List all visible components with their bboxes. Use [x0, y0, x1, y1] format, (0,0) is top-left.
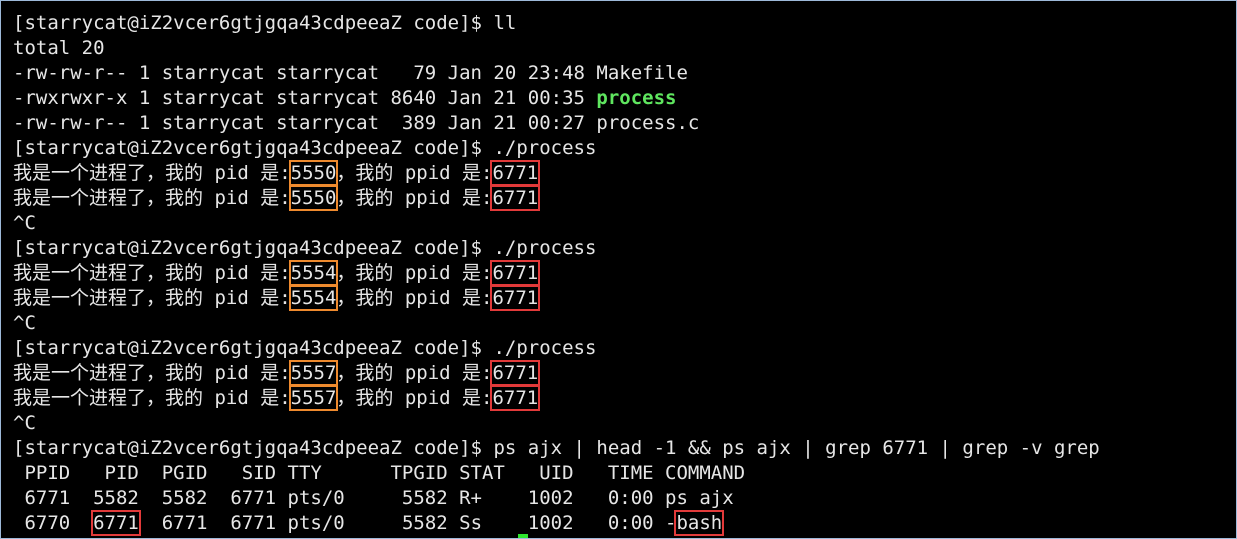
executable-name: process — [596, 87, 677, 109]
pid-value: 5550 — [288, 160, 339, 186]
pid-value: 5550 — [288, 185, 339, 211]
output-line: 我是一个进程了，我的 pid 是:5557，我的 ppid 是:6771 — [13, 360, 541, 386]
command-ps: ps ajx | head -1 && ps ajx | grep 6771 |… — [493, 437, 1100, 459]
ppid-value: 6771 — [490, 260, 541, 286]
output-line: 我是一个进程了，我的 pid 是:5550，我的 ppid 是:6771 — [13, 185, 541, 211]
ppid-value: 6771 — [490, 185, 541, 211]
prompt: [starrycat@iZ2vcer6gtjgqa43cdpeeaZ code]… — [13, 437, 494, 459]
ctrl-c: ^C — [13, 312, 36, 334]
bash-command: bash — [674, 510, 725, 536]
file-name: Makefile — [596, 62, 688, 84]
ctrl-c: ^C — [13, 412, 36, 434]
output-line: 我是一个进程了，我的 pid 是:5557，我的 ppid 是:6771 — [13, 385, 541, 411]
line-prompt-run: [starrycat@iZ2vcer6gtjgqa43cdpeeaZ code]… — [13, 336, 596, 361]
command-run: ./process — [493, 137, 597, 159]
output-line: 我是一个进程了，我的 pid 是:5550，我的 ppid 是:6771 — [13, 160, 541, 186]
terminal-cursor — [518, 534, 528, 538]
ppid-value: 6771 — [490, 385, 541, 411]
command-run: ./process — [493, 337, 597, 359]
line-prompt-ps: [starrycat@iZ2vcer6gtjgqa43cdpeeaZ code]… — [13, 436, 1100, 461]
output-line: 我是一个进程了，我的 pid 是:5554，我的 ppid 是:6771 — [13, 260, 541, 286]
ls-row-makefile: -rw-rw-r-- 1 starrycat starrycat 79 Jan … — [13, 62, 688, 84]
line-prompt-ll: [starrycat@iZ2vcer6gtjgqa43cdpeeaZ code]… — [13, 11, 516, 36]
file-name: process.c — [596, 112, 700, 134]
ps-header: PPID PID PGID SID TTY TPGID STAT UID TIM… — [13, 462, 746, 484]
ls-row-process: -rwxrwxr-x 1 starrycat starrycat 8640 Ja… — [13, 87, 677, 109]
pid-value: 5557 — [288, 360, 339, 386]
ps-row-bash: 6770 6771 6771 6771 pts/0 5582 Ss 1002 0… — [13, 510, 725, 536]
line-total: total 20 — [13, 37, 105, 59]
bash-pid-value: 6771 — [91, 510, 141, 536]
ppid-value: 6771 — [490, 285, 541, 311]
pid-value: 5554 — [288, 260, 339, 286]
terminal-window[interactable]: [starrycat@iZ2vcer6gtjgqa43cdpeeaZ code]… — [0, 0, 1237, 539]
command-run: ./process — [493, 237, 597, 259]
ctrl-c: ^C — [13, 212, 36, 234]
pid-value: 5554 — [288, 285, 339, 311]
line-prompt-run: [starrycat@iZ2vcer6gtjgqa43cdpeeaZ code]… — [13, 136, 596, 161]
command-ll: ll — [493, 12, 517, 34]
prompt: [starrycat@iZ2vcer6gtjgqa43cdpeeaZ code]… — [13, 337, 494, 359]
ps-row: 6771 5582 5582 6771 pts/0 5582 R+ 1002 0… — [13, 487, 734, 509]
prompt: [starrycat@iZ2vcer6gtjgqa43cdpeeaZ code]… — [13, 237, 494, 259]
ls-row-process-c: -rw-rw-r-- 1 starrycat starrycat 389 Jan… — [13, 112, 700, 134]
output-line: 我是一个进程了，我的 pid 是:5554，我的 ppid 是:6771 — [13, 285, 541, 311]
ppid-value: 6771 — [490, 160, 541, 186]
prompt: [starrycat@iZ2vcer6gtjgqa43cdpeeaZ code]… — [13, 12, 494, 34]
prompt: [starrycat@iZ2vcer6gtjgqa43cdpeeaZ code]… — [13, 137, 494, 159]
pid-value: 5557 — [288, 385, 339, 411]
ppid-value: 6771 — [490, 360, 541, 386]
line-prompt-run: [starrycat@iZ2vcer6gtjgqa43cdpeeaZ code]… — [13, 236, 596, 261]
